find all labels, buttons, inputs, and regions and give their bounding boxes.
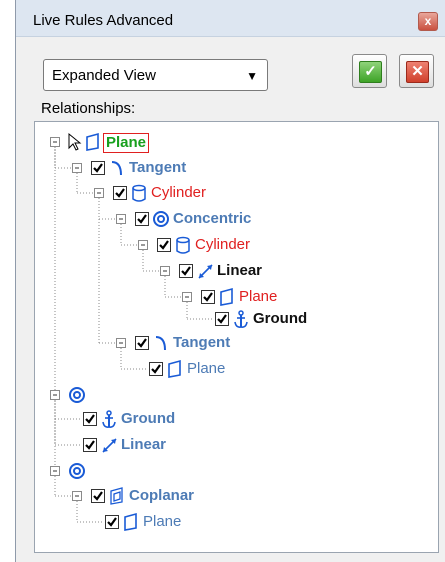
plane-icon xyxy=(220,287,233,306)
view-mode-value: Expanded View xyxy=(52,67,156,84)
tree-node-label[interactable]: Ground xyxy=(253,310,307,328)
tree-node-label[interactable]: Ground xyxy=(121,410,175,428)
visibility-checkbox[interactable] xyxy=(157,238,171,252)
ground-anchor-icon xyxy=(102,410,116,428)
cursor-arrow-icon xyxy=(68,132,82,151)
visibility-checkbox[interactable] xyxy=(135,336,149,350)
tree-node-label[interactable]: Concentric xyxy=(173,210,251,228)
tree-node-label[interactable]: Cylinder xyxy=(195,236,250,254)
collapse-toggle-icon[interactable] xyxy=(50,466,60,476)
visibility-checkbox[interactable] xyxy=(91,489,105,503)
close-button[interactable]: x xyxy=(418,12,438,31)
visibility-checkbox[interactable] xyxy=(83,412,97,426)
checkmark-icon: ✓ xyxy=(359,61,382,83)
coplanar-icon xyxy=(110,487,123,505)
visibility-checkbox[interactable] xyxy=(105,515,119,529)
concentric-icon xyxy=(153,211,169,227)
visibility-checkbox[interactable] xyxy=(215,312,229,326)
dropdown-arrow-icon: ▼ xyxy=(246,69,258,83)
tree-connector-lines xyxy=(50,132,248,531)
cylinder-icon xyxy=(176,236,190,254)
tree-node-label[interactable]: Plane xyxy=(239,288,277,306)
tangent-icon xyxy=(111,161,122,176)
cylinder-icon xyxy=(132,184,146,202)
visibility-checkbox[interactable] xyxy=(113,186,127,200)
tree-node-label[interactable]: Plane xyxy=(187,360,225,378)
cancel-button[interactable]: ✕ xyxy=(399,54,434,88)
visibility-checkbox[interactable] xyxy=(179,264,193,278)
visibility-checkbox[interactable] xyxy=(149,362,163,376)
ground-anchor-icon xyxy=(234,310,248,328)
collapse-toggle-icon[interactable] xyxy=(116,214,126,224)
visibility-checkbox[interactable] xyxy=(201,290,215,304)
tree-node-label[interactable]: Plane xyxy=(103,133,150,153)
collapse-toggle-icon[interactable] xyxy=(72,491,82,501)
linear-icon xyxy=(198,264,213,279)
plane-icon xyxy=(168,359,181,378)
window-title: Live Rules Advanced xyxy=(33,12,174,29)
accept-button[interactable]: ✓ xyxy=(352,54,387,88)
view-mode-dropdown[interactable]: Expanded View ▼ xyxy=(43,59,268,91)
close-icon: x xyxy=(424,14,432,28)
tree-node-label[interactable]: Cylinder xyxy=(151,184,206,202)
visibility-checkbox[interactable] xyxy=(83,438,97,452)
title-bar[interactable]: Live Rules Advanced x xyxy=(16,0,445,37)
relationships-tree[interactable]: Plane Tangent Cylinder Concentric Cylinder Li… xyxy=(34,121,439,553)
tree-node-label[interactable]: Plane xyxy=(143,513,181,531)
visibility-checkbox[interactable] xyxy=(91,161,105,175)
collapse-toggle-icon[interactable] xyxy=(94,188,104,198)
tree-node-label[interactable]: Linear xyxy=(217,262,262,280)
relationships-label: Relationships: xyxy=(41,100,136,117)
tree-node-label[interactable]: Tangent xyxy=(173,334,230,352)
plane-icon xyxy=(124,512,137,531)
collapse-toggle-icon[interactable] xyxy=(182,292,192,302)
tree-node-label[interactable]: Coplanar xyxy=(129,487,194,505)
collapse-toggle-icon[interactable] xyxy=(160,266,170,276)
collapse-toggle-icon[interactable] xyxy=(138,240,148,250)
x-icon: ✕ xyxy=(406,61,429,83)
live-rules-window: Live Rules Advanced x Expanded View ▼ ✓ … xyxy=(15,0,445,562)
tangent-icon xyxy=(155,336,166,351)
collapse-toggle-icon[interactable] xyxy=(50,137,60,147)
collapse-toggle-icon[interactable] xyxy=(50,390,60,400)
collapse-toggle-icon[interactable] xyxy=(72,163,82,173)
concentric-icon xyxy=(69,463,85,479)
plane-icon xyxy=(86,132,99,151)
linear-icon xyxy=(102,438,117,453)
concentric-icon xyxy=(69,387,85,403)
tree-node-label[interactable]: Linear xyxy=(121,436,166,454)
collapse-toggle-icon[interactable] xyxy=(116,338,126,348)
visibility-checkbox[interactable] xyxy=(135,212,149,226)
tree-node-label[interactable]: Tangent xyxy=(129,159,186,177)
